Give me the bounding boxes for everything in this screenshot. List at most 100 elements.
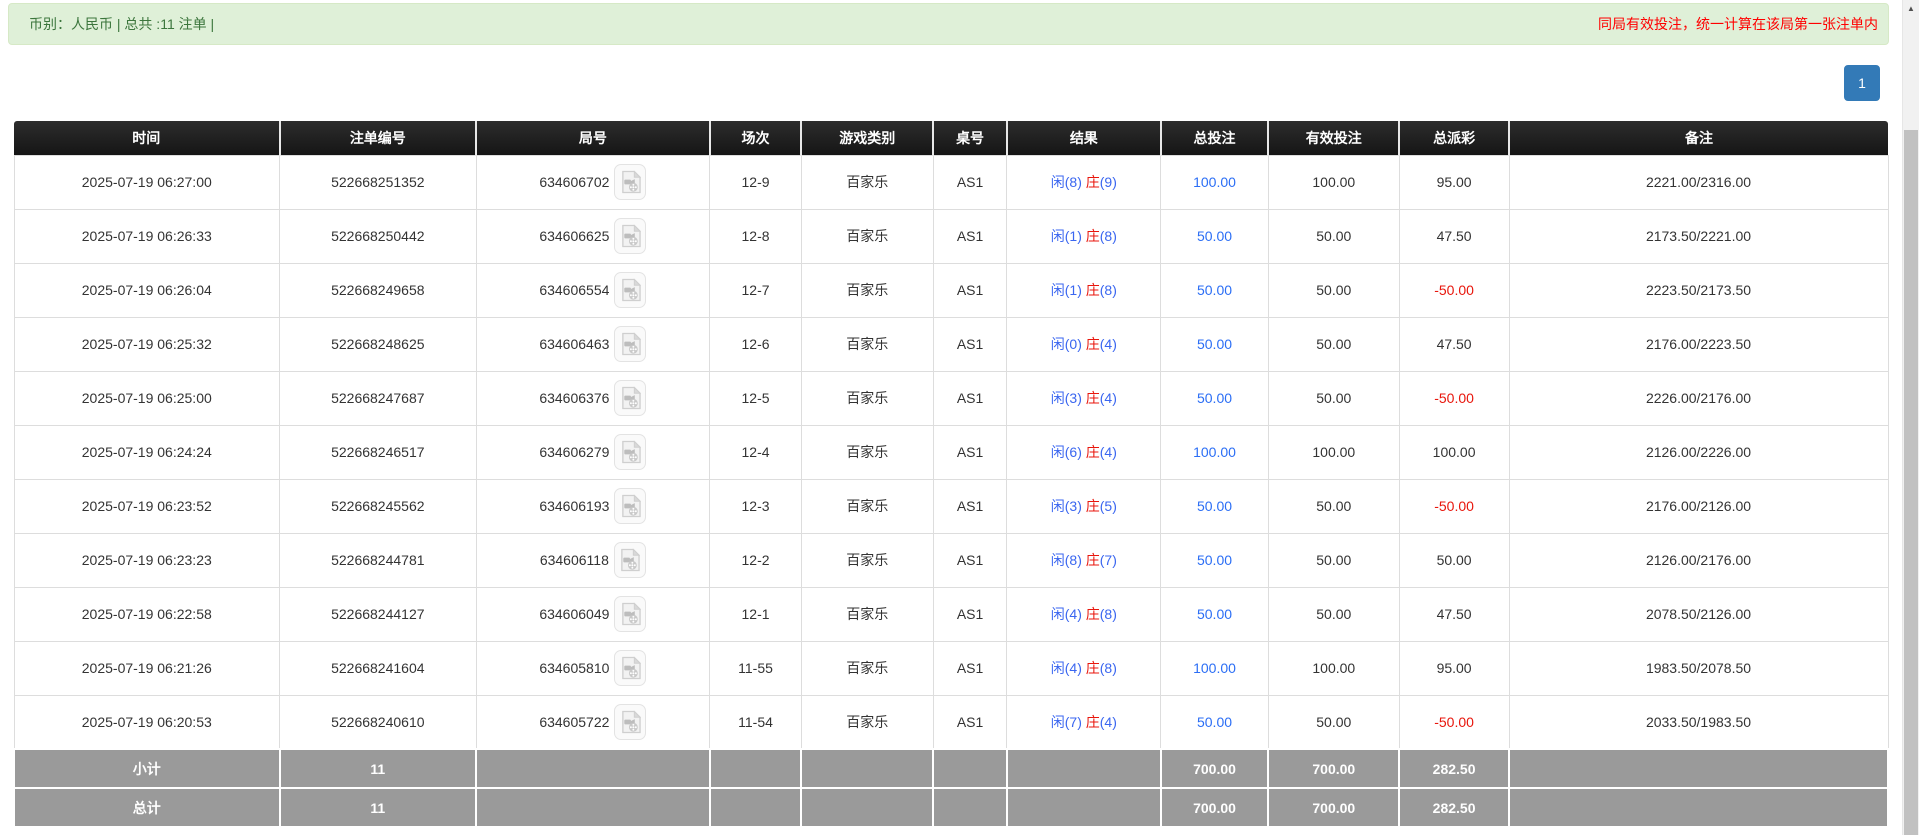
total-bet-link[interactable]: 50.00	[1197, 498, 1232, 514]
video-replay-button[interactable]	[614, 164, 647, 200]
video-replay-button[interactable]	[614, 488, 647, 524]
payout-text: 100.00	[1432, 444, 1476, 460]
table-row: 2025-07-19 06:25:32 522668248625 6346064…	[13, 316, 1889, 372]
cell-session: 12-6	[709, 316, 802, 372]
payout-text: 47.50	[1436, 228, 1472, 244]
video-replay-button[interactable]	[614, 434, 647, 470]
cell-payout: 47.50	[1398, 208, 1510, 264]
grand-total-row: 总计 11 700.00 700.00 282.50	[13, 787, 1889, 828]
video-replay-button[interactable]	[614, 218, 647, 254]
video-file-icon	[620, 494, 641, 518]
cell-result: 闲(4) 庄(8)	[1006, 586, 1162, 642]
scrollbar-thumb[interactable]	[1904, 130, 1918, 835]
valid-bet-text: 100.00	[1312, 444, 1356, 460]
cell-bet-id: 522668248625	[279, 316, 477, 372]
result-player-text: 闲(8)	[1050, 552, 1086, 568]
video-replay-button[interactable]	[614, 326, 647, 362]
pagination-page-1-button[interactable]: 1	[1844, 65, 1880, 101]
table-no-text: AS1	[956, 282, 984, 298]
cell-total-bet: 50.00	[1160, 262, 1269, 318]
total-payout: 282.50	[1398, 787, 1510, 828]
column-header-4: 游戏类别	[800, 121, 934, 155]
cell-valid-bet: 50.00	[1267, 478, 1400, 534]
game-type-text: 百家乐	[846, 336, 889, 352]
cell-remark: 2176.00/2126.00	[1508, 478, 1889, 534]
remark-text: 2176.00/2223.50	[1645, 336, 1752, 352]
time-text: 2025-07-19 06:24:24	[81, 444, 212, 460]
game-type-text: 百家乐	[846, 606, 889, 622]
game-type-text: 百家乐	[846, 174, 889, 190]
total-result	[1005, 787, 1162, 828]
payout-text: 47.50	[1436, 606, 1472, 622]
cell-table-no: AS1	[932, 586, 1008, 642]
cell-total-bet: 100.00	[1160, 640, 1269, 696]
page-root: 币别：人民币 | 总共 :11 注单 | 同局有效投注，统一计算在该局第一张注单…	[0, 0, 1919, 835]
round-id-text: 634606554	[539, 282, 610, 298]
total-bet-link[interactable]: 50.00	[1197, 552, 1232, 568]
round-id-text: 634605810	[539, 660, 610, 676]
column-header-5: 桌号	[932, 121, 1007, 155]
cell-bet-id: 522668245562	[279, 478, 477, 534]
cell-total-bet: 50.00	[1160, 478, 1269, 534]
cell-bet-id: 522668249658	[279, 262, 477, 318]
total-bet-link[interactable]: 50.00	[1197, 336, 1232, 352]
scrollbar-up-arrow-icon[interactable]: ▲	[1903, 0, 1919, 17]
game-type-text: 百家乐	[846, 390, 889, 406]
page-scrollbar[interactable]: ▲	[1902, 0, 1919, 835]
cell-round-id: 634606049	[475, 586, 711, 642]
cell-remark: 2126.00/2226.00	[1508, 424, 1889, 480]
result-player-text: 闲(4)	[1050, 660, 1086, 676]
cell-session: 11-55	[709, 640, 802, 696]
result-banker-text: 庄	[1085, 174, 1100, 190]
cell-payout: 50.00	[1398, 532, 1510, 588]
video-replay-button[interactable]	[614, 380, 647, 416]
cell-remark: 2126.00/2176.00	[1508, 532, 1889, 588]
total-bet-link[interactable]: 100.00	[1193, 444, 1236, 460]
video-file-icon	[620, 278, 641, 302]
result-player-text: 闲(1)	[1050, 228, 1086, 244]
total-valid-bet: 700.00	[1267, 787, 1401, 828]
session-text: 12-1	[741, 606, 770, 622]
result-banker-text: 庄	[1085, 228, 1100, 244]
cell-table-no: AS1	[932, 424, 1008, 480]
video-replay-button[interactable]	[614, 272, 647, 308]
video-replay-button[interactable]	[613, 542, 646, 578]
currency-summary-text: 币别：人民币 | 总共 :11 注单 |	[29, 16, 215, 32]
video-replay-button[interactable]	[614, 703, 647, 740]
cell-payout: 47.50	[1398, 316, 1510, 372]
game-type-text: 百家乐	[846, 282, 889, 298]
column-header-8: 有效投注	[1267, 121, 1400, 155]
remark-text: 2221.00/2316.00	[1645, 174, 1752, 190]
total-bet-link[interactable]: 100.00	[1193, 174, 1236, 190]
main-content: 币别：人民币 | 总共 :11 注单 | 同局有效投注，统一计算在该局第一张注单…	[0, 0, 1902, 835]
total-bet-link[interactable]: 50.00	[1197, 390, 1232, 406]
video-replay-button[interactable]	[614, 596, 647, 632]
video-replay-button[interactable]	[614, 650, 647, 686]
cell-total-bet: 50.00	[1160, 694, 1269, 750]
cell-session: 12-3	[709, 478, 802, 534]
time-text: 2025-07-19 06:27:00	[81, 174, 212, 190]
valid-bet-text: 50.00	[1316, 713, 1352, 730]
cell-total-bet: 100.00	[1160, 154, 1269, 210]
total-bet-link[interactable]: 50.00	[1197, 606, 1232, 622]
cell-result: 闲(3) 庄(5)	[1006, 478, 1162, 534]
subtotal-table-no	[932, 748, 1008, 789]
subtotal-payout: 282.50	[1398, 748, 1510, 789]
summary-bar: 币别：人民币 | 总共 :11 注单 | 同局有效投注，统一计算在该局第一张注单…	[8, 3, 1889, 45]
cell-session: 11-54	[709, 694, 802, 750]
subtotal-total-bet: 700.00	[1159, 748, 1270, 789]
cell-valid-bet: 100.00	[1267, 424, 1400, 480]
total-bet-link[interactable]: 50.00	[1197, 714, 1232, 730]
time-text: 2025-07-19 06:20:53	[81, 713, 212, 730]
total-bet-link[interactable]: 100.00	[1193, 660, 1236, 676]
result-banker-score-text: (8)	[1099, 660, 1117, 676]
round-id-text: 634606463	[539, 336, 610, 352]
valid-bet-text: 50.00	[1316, 498, 1352, 514]
total-bet-link[interactable]: 50.00	[1197, 228, 1232, 244]
column-header-1: 注单编号	[278, 121, 477, 155]
table-header-row: 时间 注单编号 局号 场次 游戏类别 桌号 结果 总投注 有效投注 总派彩 备注	[14, 121, 1888, 155]
session-text: 12-9	[741, 174, 770, 190]
cell-game-type: 百家乐	[800, 154, 934, 210]
video-file-icon	[620, 170, 641, 194]
total-bet-link[interactable]: 50.00	[1197, 282, 1232, 298]
